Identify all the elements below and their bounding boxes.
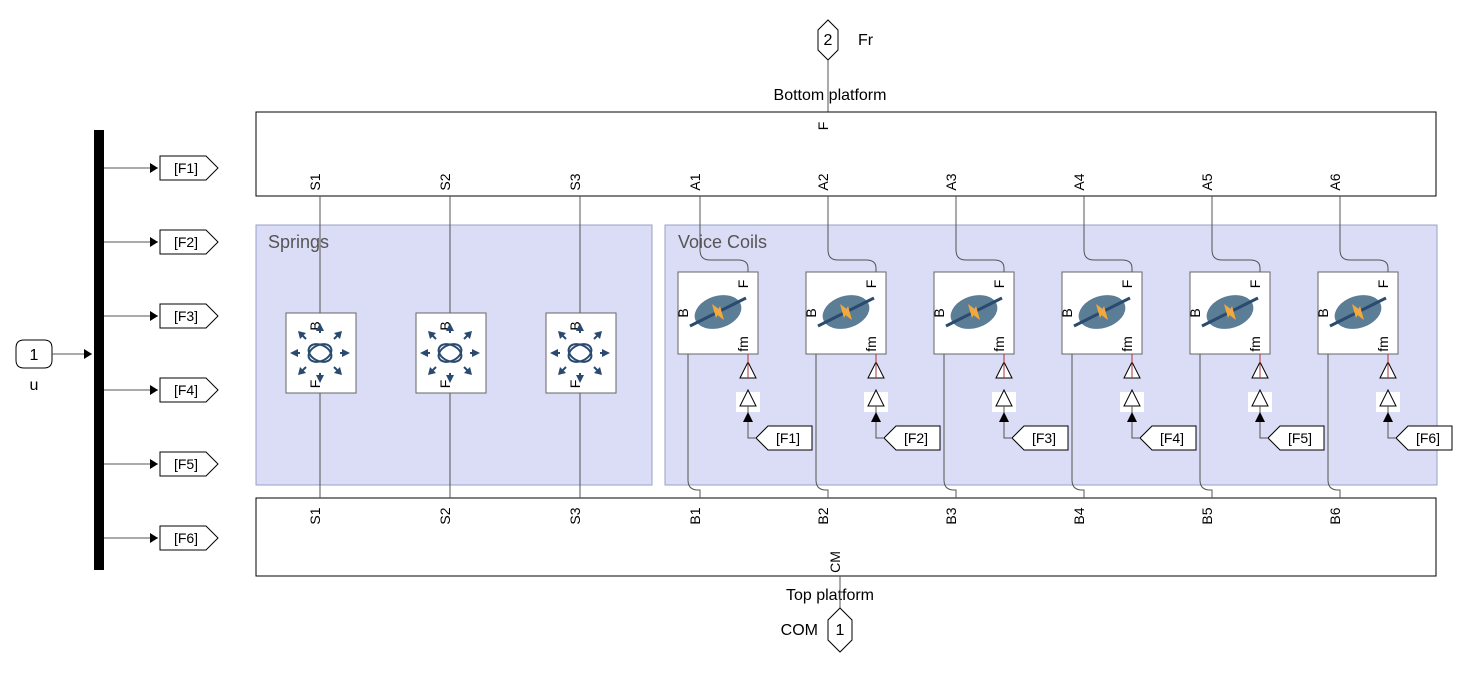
conn-port-com: 1 xyxy=(828,608,852,652)
port-label: A6 xyxy=(1327,173,1343,190)
voicecoils-title: Voice Coils xyxy=(678,232,767,252)
port-fm: fm xyxy=(1375,336,1391,352)
port-label: A1 xyxy=(687,173,703,190)
arrow-icon xyxy=(150,163,158,173)
from-label: [F1] xyxy=(776,430,800,446)
demux-bar xyxy=(94,130,104,570)
port-label: B5 xyxy=(1199,507,1215,524)
spring-block-3: B F xyxy=(546,313,616,393)
port-F: F xyxy=(1119,280,1135,289)
from-label: [F6] xyxy=(1416,430,1440,446)
port-F: F xyxy=(1247,280,1263,289)
port-label: A3 xyxy=(943,173,959,190)
port-F: F xyxy=(1375,280,1391,289)
port-fm: fm xyxy=(1119,336,1135,352)
port-B: B xyxy=(675,308,691,317)
connport-number: 1 xyxy=(836,622,845,639)
arrow-icon xyxy=(150,533,158,543)
port-F: F xyxy=(735,280,751,289)
port-label: B2 xyxy=(815,507,831,524)
arrow-icon xyxy=(150,237,158,247)
goto-label: [F2] xyxy=(174,234,198,250)
port-B: B xyxy=(1187,308,1203,317)
port-label: B3 xyxy=(943,507,959,524)
outport-name: Fr xyxy=(858,32,874,49)
port-fm: fm xyxy=(735,336,751,352)
outport-fr: 2 xyxy=(818,20,838,60)
port-label: B4 xyxy=(1071,507,1087,524)
port-label: S2 xyxy=(437,507,453,524)
goto-f6: [F6] xyxy=(104,526,218,550)
bottom-platform-title: Bottom platform xyxy=(774,87,887,104)
arrow-icon xyxy=(150,311,158,321)
port-B: B xyxy=(803,308,819,317)
outport-number: 2 xyxy=(824,32,833,49)
port-label: A4 xyxy=(1071,173,1087,190)
spring-block-1: B F xyxy=(286,313,356,393)
arrow-icon xyxy=(84,349,92,359)
from-label: [F5] xyxy=(1288,430,1312,446)
port-fm: fm xyxy=(991,336,1007,352)
top-platform-block xyxy=(256,498,1436,576)
goto-f5: [F5] xyxy=(104,452,218,476)
port-B: B xyxy=(1315,308,1331,317)
port-B: B xyxy=(1059,308,1075,317)
bottom-platform-block xyxy=(256,112,1436,196)
port-CM: CM xyxy=(827,551,843,573)
port-fm: fm xyxy=(863,336,879,352)
goto-label: [F5] xyxy=(174,456,198,472)
port-label: S2 xyxy=(437,173,453,190)
from-label: [F4] xyxy=(1160,430,1184,446)
port-label: S3 xyxy=(567,173,583,190)
port-F: F xyxy=(991,280,1007,289)
goto-label: [F1] xyxy=(174,160,198,176)
goto-f2: [F2] xyxy=(104,230,218,254)
port-label: B6 xyxy=(1327,507,1343,524)
from-label: [F3] xyxy=(1032,430,1056,446)
port-label: S1 xyxy=(307,173,323,190)
port-B: B xyxy=(931,308,947,317)
port-F: F xyxy=(815,122,831,131)
connport-name: COM xyxy=(781,622,818,639)
goto-f3: [F3] xyxy=(104,304,218,328)
goto-label: [F6] xyxy=(174,530,198,546)
inport-number: 1 xyxy=(30,347,39,364)
inport-u: 1 xyxy=(16,340,52,368)
top-platform-title: Top platform xyxy=(786,587,874,604)
goto-f4: [F4] xyxy=(104,378,218,402)
port-label: A5 xyxy=(1199,173,1215,190)
port-fm: fm xyxy=(1247,336,1263,352)
spring-block-2: B F xyxy=(416,313,486,393)
port-label: S1 xyxy=(307,507,323,524)
goto-label: [F3] xyxy=(174,308,198,324)
port-label: S3 xyxy=(567,507,583,524)
goto-label: [F4] xyxy=(174,382,198,398)
arrow-icon xyxy=(150,459,158,469)
port-F: F xyxy=(863,280,879,289)
port-label: A2 xyxy=(815,173,831,190)
from-label: [F2] xyxy=(904,430,928,446)
inport-name: u xyxy=(30,377,39,394)
port-label: B1 xyxy=(687,507,703,524)
goto-f1: [F1] xyxy=(104,156,218,180)
arrow-icon xyxy=(150,385,158,395)
